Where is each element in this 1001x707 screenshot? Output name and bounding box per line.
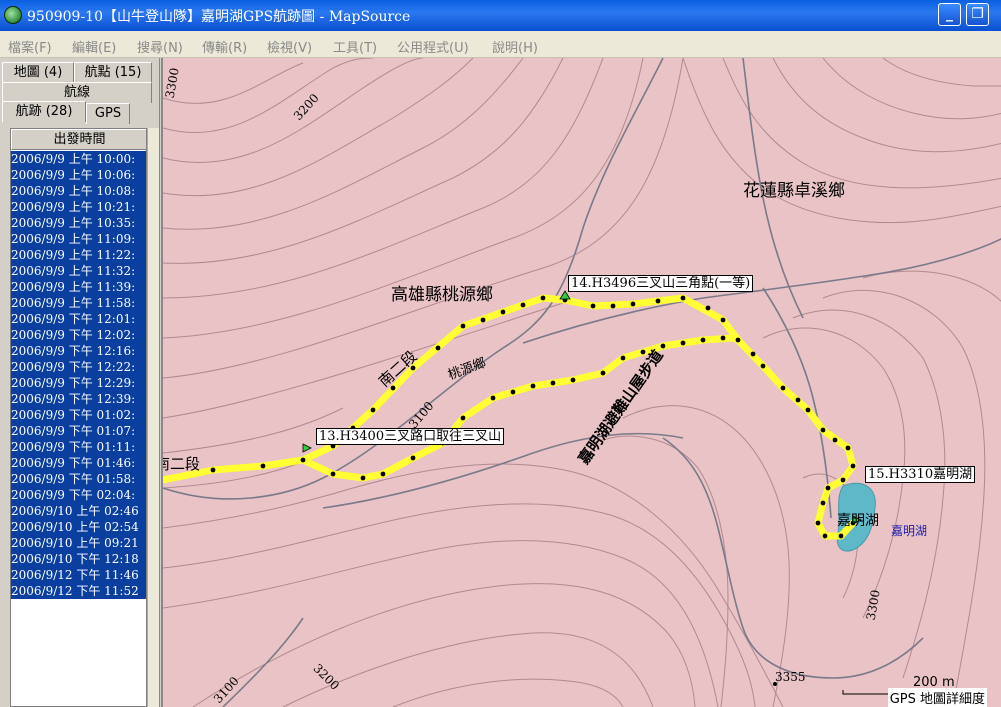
track-list-row[interactable]: 2006/9/9 上午 10:00: xyxy=(11,151,146,167)
track-list-row[interactable]: 2006/9/9 上午 10:21: xyxy=(11,199,146,215)
tab-tracks[interactable]: 航跡 (28) xyxy=(2,101,86,122)
track-list-row[interactable]: 2006/9/9 上午 10:06: xyxy=(11,167,146,183)
region-label-taoyuan: 高雄縣桃源鄉 xyxy=(391,285,493,305)
track-list-row[interactable]: 2006/9/9 下午 12:22: xyxy=(11,359,146,375)
track-list-row[interactable]: 2006/9/9 下午 01:11: xyxy=(11,439,146,455)
menu-help[interactable]: 說明(H) xyxy=(492,37,538,56)
track-list-row[interactable]: 2006/9/9 下午 02:04: xyxy=(11,487,146,503)
menu-tools[interactable]: 工具(T) xyxy=(333,37,377,56)
track-list-row[interactable]: 2006/9/12 下午 11:46 xyxy=(11,567,146,583)
track-list-row[interactable]: 2006/9/9 上午 11:09: xyxy=(11,231,146,247)
data-panel: 地圖 (4) 航點 (15) 航線 航跡 (28) GPS 出發時間 2006/… xyxy=(0,58,160,707)
track-list-row[interactable]: 2006/9/9 上午 11:58: xyxy=(11,295,146,311)
menu-view[interactable]: 檢視(V) xyxy=(267,37,312,56)
window-title: 950909-10【山牛登山隊】嘉明湖GPS航跡圖 - MapSource xyxy=(27,9,411,25)
track-list-row[interactable]: 2006/9/9 上午 11:39: xyxy=(11,279,146,295)
menu-utilities[interactable]: 公用程式(U) xyxy=(397,37,469,56)
track-list-row[interactable]: 2006/9/9 下午 01:02: xyxy=(11,407,146,423)
tab-routes[interactable]: 航線 xyxy=(2,82,152,103)
track-list-row[interactable]: 2006/9/9 上午 11:32: xyxy=(11,263,146,279)
waypoint-14-label[interactable]: 14.H3496三叉山三角點(一等) xyxy=(568,275,754,292)
track-list-row[interactable]: 2006/9/9 上午 11:22: xyxy=(11,247,146,263)
track-points xyxy=(210,295,856,539)
waypoint-flags xyxy=(302,290,862,525)
spot-elevation-label: 3355 xyxy=(775,670,806,684)
track-list-row[interactable]: 2006/9/10 上午 02:46 xyxy=(11,503,146,519)
map-view[interactable]: 花蓮縣卓溪鄉 高雄縣桃源鄉 桃源鄉 南二段 南二段 嘉明湖避難山屋步道 嘉明湖 … xyxy=(161,58,1001,707)
track-list-row[interactable]: 2006/9/9 下午 12:16: xyxy=(11,343,146,359)
track-list-row[interactable]: 2006/9/10 上午 02:54 xyxy=(11,519,146,535)
waypoint-13-label[interactable]: 13.H3400三叉路口取往三叉山 xyxy=(316,428,505,445)
track-list[interactable]: 出發時間 2006/9/9 上午 10:00: 2006/9/9 上午 10:06… xyxy=(10,128,147,707)
trail-label-south-section-lower: 南二段 xyxy=(163,455,201,473)
menu-transfer[interactable]: 傳輸(R) xyxy=(202,37,247,56)
track-list-row[interactable]: 2006/9/9 下午 12:02: xyxy=(11,327,146,343)
minimize-button[interactable]: _ xyxy=(938,3,961,26)
title-bar: 950909-10【山牛登山隊】嘉明湖GPS航跡圖 - MapSource _ … xyxy=(0,0,1001,31)
column-header-start-time[interactable]: 出發時間 xyxy=(11,129,146,150)
track-list-row[interactable]: 2006/9/9 下午 01:58: xyxy=(11,471,146,487)
globe-app-icon xyxy=(4,6,22,24)
track-list-row[interactable]: 2006/9/9 下午 01:07: xyxy=(11,423,146,439)
tab-maps[interactable]: 地圖 (4) xyxy=(2,62,74,83)
track-list-row[interactable]: 2006/9/9 下午 12:01: xyxy=(11,311,146,327)
map-detail-status: GPS 地圖詳細度 xyxy=(887,688,987,707)
waypoint-15-label[interactable]: 15.H3310嘉明湖 xyxy=(865,466,976,483)
track-list-row[interactable]: 2006/9/12 下午 11:52 xyxy=(11,583,146,599)
region-label-zhuoxi: 花蓮縣卓溪鄉 xyxy=(743,181,845,201)
maximize-button[interactable]: ❐ xyxy=(966,3,989,26)
track-list-row[interactable]: 2006/9/9 下午 12:39: xyxy=(11,391,146,407)
lake-label: 嘉明湖 xyxy=(837,513,879,529)
track-list-row[interactable]: 2006/9/10 下午 12:18 xyxy=(11,551,146,567)
track-list-row[interactable]: 2006/9/9 上午 10:08: xyxy=(11,183,146,199)
tab-waypoints[interactable]: 航點 (15) xyxy=(74,62,152,83)
list-scrollbar[interactable] xyxy=(147,128,159,707)
gps-track xyxy=(163,294,857,540)
lake-label-blue: 嘉明湖 xyxy=(891,524,928,538)
tab-gps[interactable]: GPS xyxy=(86,103,130,124)
menu-search[interactable]: 搜尋(N) xyxy=(137,37,183,56)
menu-bar: 檔案(F) 編輯(E) 搜尋(N) 傳輸(R) 檢視(V) 工具(T) 公用程式… xyxy=(0,31,1001,58)
track-list-row[interactable]: 2006/9/9 上午 10:35: xyxy=(11,215,146,231)
menu-file[interactable]: 檔案(F) xyxy=(8,37,52,56)
menu-edit[interactable]: 編輯(E) xyxy=(72,37,116,56)
track-list-row[interactable]: 2006/9/10 上午 09:21 xyxy=(11,535,146,551)
track-list-row[interactable]: 2006/9/9 下午 01:46: xyxy=(11,455,146,471)
track-list-row[interactable]: 2006/9/9 下午 12:29: xyxy=(11,375,146,391)
